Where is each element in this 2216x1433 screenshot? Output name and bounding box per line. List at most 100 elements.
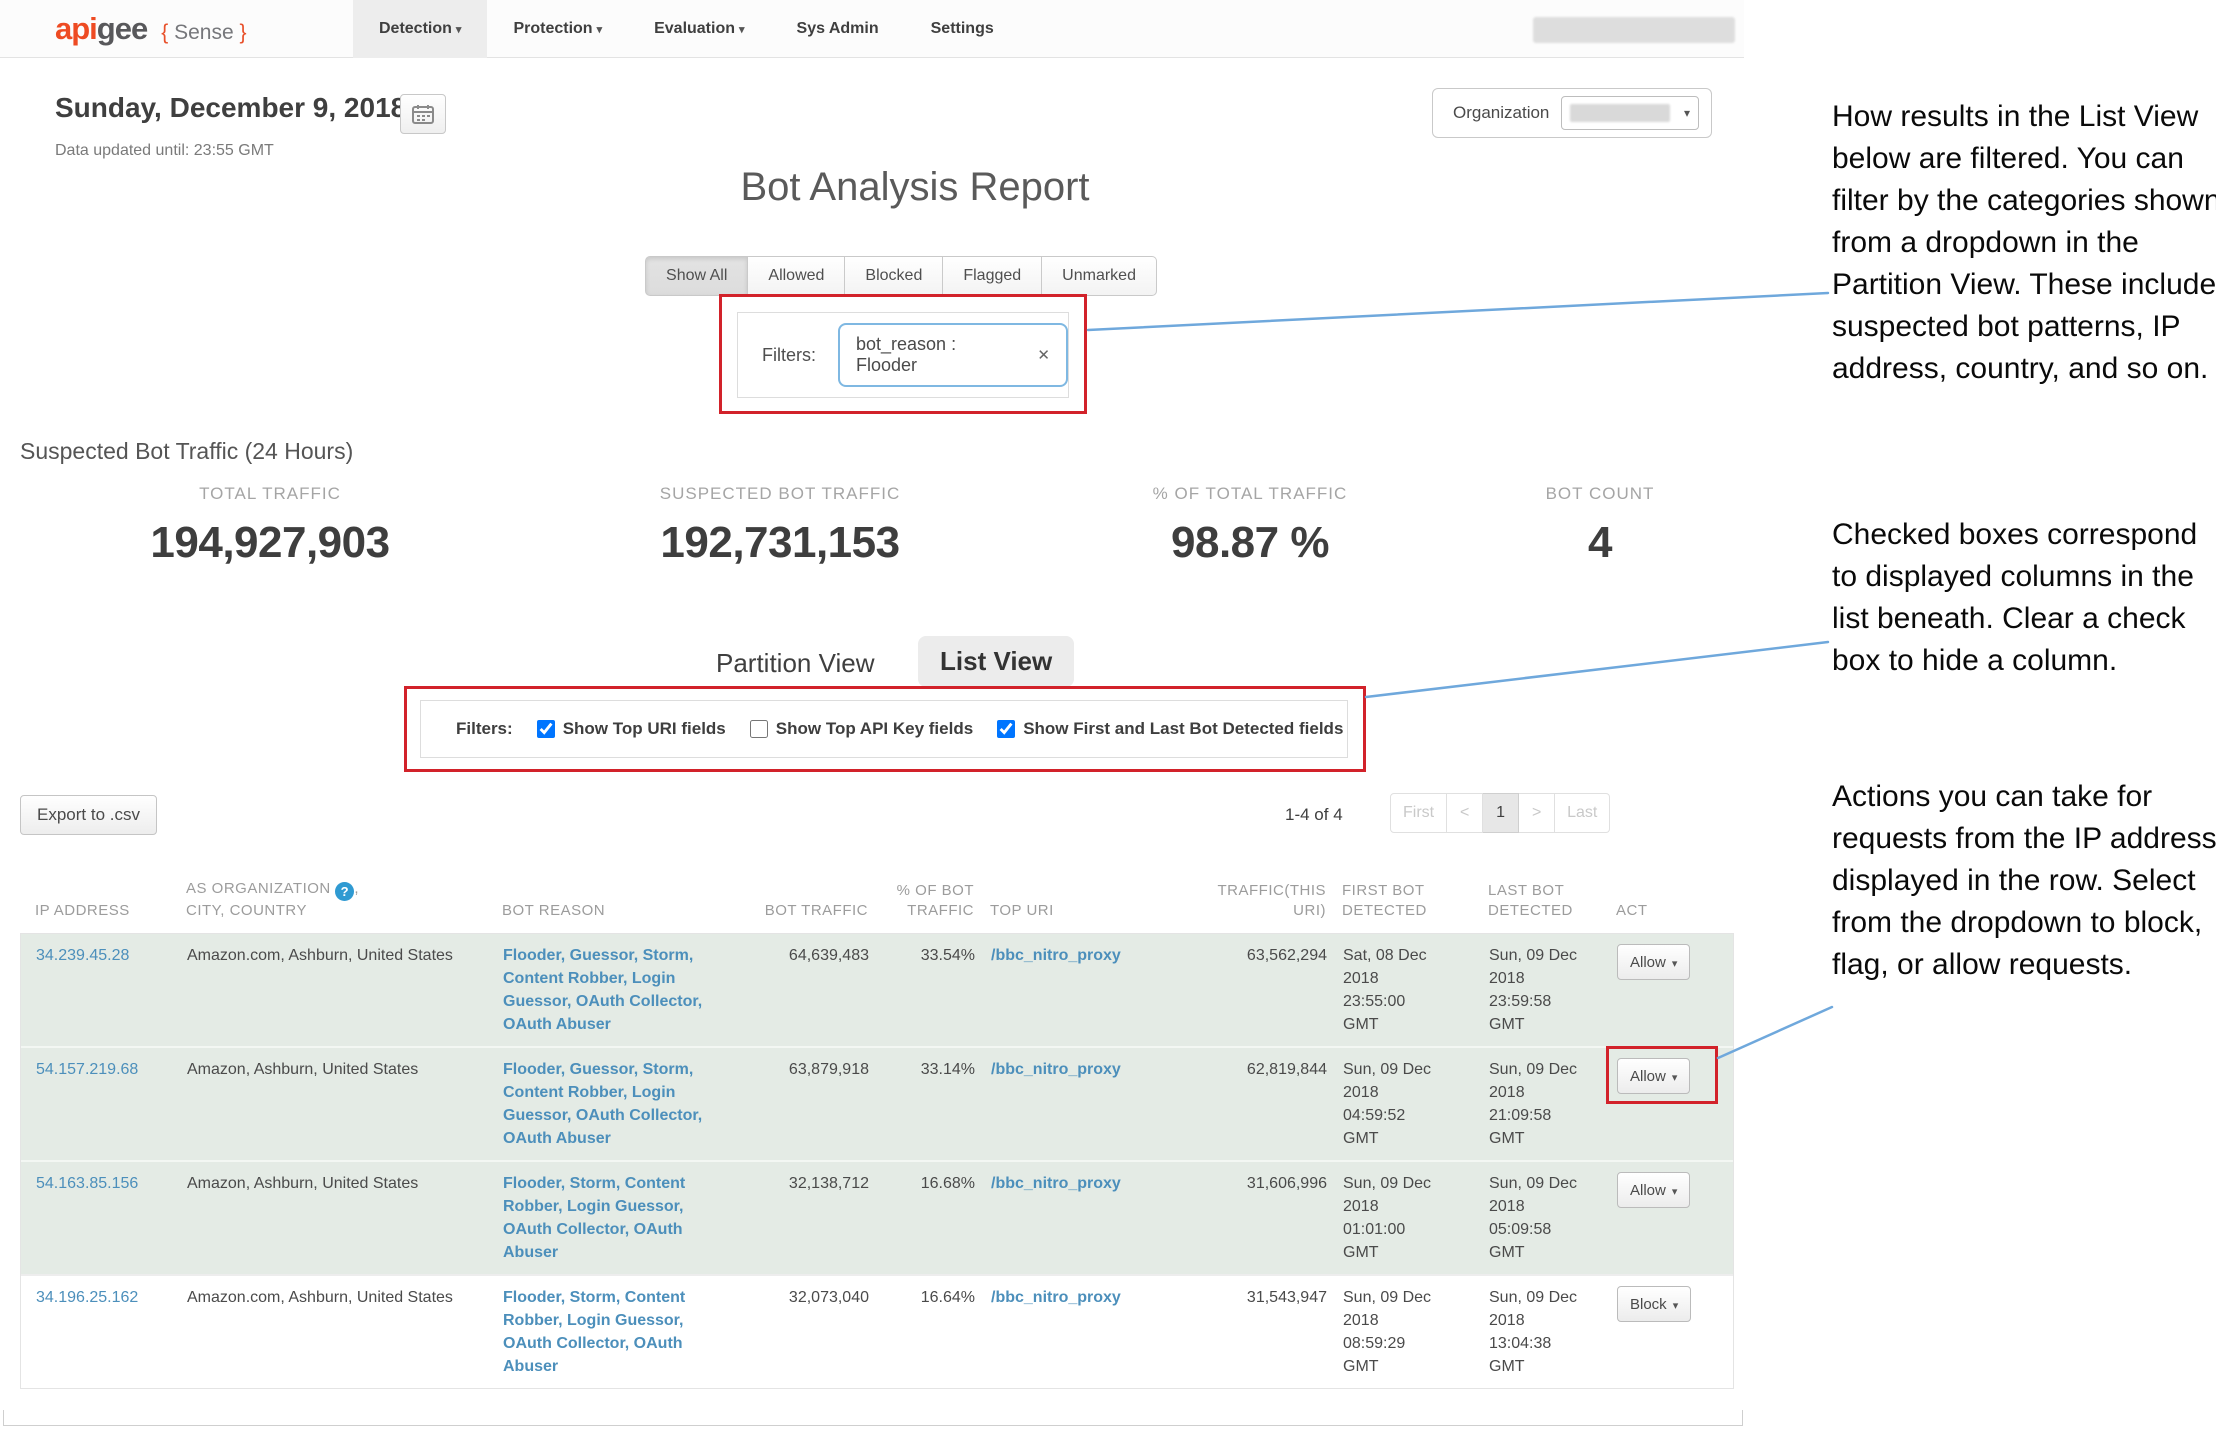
col-header-pct-bot-traffic: % OF BOT TRAFFIC — [884, 881, 974, 922]
ip-address-link[interactable]: 34.239.45.28 — [36, 947, 129, 964]
ip-address-link[interactable]: 54.157.219.68 — [36, 1061, 138, 1078]
bot-reason-links[interactable]: Flooder, Guessor, Storm, Content Robber,… — [503, 1061, 702, 1147]
col-header-ip: IP ADDRESS — [35, 901, 170, 921]
col-header-as-organization: AS ORGANIZATION ?, CITY, COUNTRY — [186, 879, 486, 921]
pagination-range: 1-4 of 4 — [1285, 805, 1343, 825]
chevron-down-icon: ▾ — [739, 24, 745, 36]
stats-section-title: Suspected Bot Traffic (24 Hours) — [20, 438, 353, 465]
action-dropdown[interactable]: Allow▾ — [1617, 1172, 1690, 1208]
top-uri-link[interactable]: /bbc_nitro_proxy — [991, 1175, 1121, 1192]
col-header-first-bot-detected: FIRST BOT DETECTED — [1342, 881, 1472, 922]
bot-traffic-cell: 32,138,712 — [744, 1172, 869, 1264]
col-header-last-bot-detected: LAST BOT DETECTED — [1488, 881, 1600, 922]
top-uri-link[interactable]: /bbc_nitro_proxy — [991, 1289, 1121, 1306]
col-header-traffic-this-uri: TRAFFIC(THIS URI) — [1181, 881, 1326, 922]
last-bot-detected-cell: Sun, 09 Dec 2018 13:04:38 GMT — [1489, 1286, 1601, 1378]
pagination-first-button[interactable]: First — [1390, 793, 1447, 833]
traffic-this-uri-cell: 62,819,844 — [1182, 1058, 1327, 1150]
calendar-button[interactable] — [400, 94, 446, 134]
apigee-sense-logo[interactable]: apigee { Sense } — [55, 11, 246, 47]
help-icon[interactable]: ? — [335, 882, 354, 901]
checkbox-input[interactable] — [997, 720, 1015, 738]
pagination-last-button[interactable]: Last — [1555, 793, 1610, 833]
filter-chip-bot-reason-flooder[interactable]: bot_reason : Flooder ✕ — [838, 323, 1068, 387]
checkbox-show-top-uri[interactable]: Show Top URI fields — [537, 719, 726, 739]
bot-reason-links[interactable]: Flooder, Guessor, Storm, Content Robber,… — [503, 947, 702, 1033]
pct-bot-traffic-cell: 16.68% — [885, 1172, 975, 1264]
last-bot-detected-cell: Sun, 09 Dec 2018 05:09:58 GMT — [1489, 1172, 1601, 1264]
organization-box: Organization ▾ — [1432, 88, 1712, 138]
col-header-act: ACT — [1616, 901, 1716, 921]
as-organization-cell: Amazon.com, Ashburn, United States — [187, 1286, 487, 1378]
annotation-text-filters: How results in the List View below are f… — [1832, 96, 2216, 390]
ip-address-link[interactable]: 54.163.85.156 — [36, 1175, 138, 1192]
tab-partition-view[interactable]: Partition View — [716, 648, 875, 679]
pct-bot-traffic-cell: 16.64% — [885, 1286, 975, 1378]
bot-reason-links[interactable]: Flooder, Storm, Content Robber, Login Gu… — [503, 1289, 685, 1375]
chevron-down-icon: ▾ — [1672, 1186, 1678, 1198]
stat-total-traffic: TOTAL TRAFFIC 194,927,903 — [60, 484, 480, 568]
chevron-down-icon: ▾ — [1673, 1300, 1679, 1312]
pagination-next-button[interactable]: > — [1519, 793, 1555, 833]
top-navbar: apigee { Sense } Detection▾ Protection▾ … — [0, 0, 1744, 58]
nav-item-detection[interactable]: Detection▾ — [353, 0, 487, 58]
bot-traffic-cell: 32,073,040 — [744, 1286, 869, 1378]
top-uri-link[interactable]: /bbc_nitro_proxy — [991, 947, 1121, 964]
ip-address-link[interactable]: 34.196.25.162 — [36, 1289, 138, 1306]
chevron-down-icon: ▾ — [597, 24, 603, 36]
organization-label: Organization — [1453, 103, 1549, 123]
last-bot-detected-cell: Sun, 09 Dec 2018 21:09:58 GMT — [1489, 1058, 1601, 1150]
checkbox-input[interactable] — [537, 720, 555, 738]
traffic-this-uri-cell: 63,562,294 — [1182, 944, 1327, 1036]
tab-show-all[interactable]: Show All — [645, 256, 748, 296]
report-date: Sunday, December 9, 2018 — [55, 92, 406, 124]
nav-item-settings[interactable]: Settings — [905, 0, 1020, 58]
table-row: 54.163.85.156 Amazon, Ashburn, United St… — [21, 1160, 1733, 1274]
checkbox-input[interactable] — [750, 720, 768, 738]
export-csv-button[interactable]: Export to .csv — [20, 795, 157, 835]
redacted-organization-value — [1570, 104, 1670, 122]
pagination-prev-button[interactable]: < — [1447, 793, 1483, 833]
nav-item-protection[interactable]: Protection▾ — [487, 0, 628, 58]
bot-reason-links[interactable]: Flooder, Storm, Content Robber, Login Gu… — [503, 1175, 685, 1261]
pagination-controls: First < 1 > Last — [1390, 793, 1610, 833]
tab-allowed[interactable]: Allowed — [748, 256, 845, 296]
tab-blocked[interactable]: Blocked — [845, 256, 943, 296]
calendar-icon — [412, 104, 434, 124]
redacted-user-account[interactable] — [1533, 17, 1735, 43]
as-organization-cell: Amazon, Ashburn, United States — [187, 1058, 487, 1150]
traffic-this-uri-cell: 31,606,996 — [1182, 1172, 1327, 1264]
nav-item-evaluation[interactable]: Evaluation▾ — [628, 0, 770, 58]
stat-bot-count: BOT COUNT 4 — [1390, 484, 1810, 568]
pct-bot-traffic-cell: 33.14% — [885, 1058, 975, 1150]
action-dropdown[interactable]: Allow▾ — [1617, 944, 1690, 980]
pagination-page-1[interactable]: 1 — [1483, 793, 1519, 833]
nav-item-sys-admin[interactable]: Sys Admin — [771, 0, 905, 58]
chevron-down-icon: ▾ — [1672, 958, 1678, 970]
action-dropdown[interactable]: Allow▾ — [1617, 1058, 1690, 1094]
table-row: 54.157.219.68 Amazon, Ashburn, United St… — [21, 1046, 1733, 1160]
annotation-text-checkboxes: Checked boxes correspond to displayed co… — [1832, 514, 2216, 682]
checkbox-show-first-last-bot[interactable]: Show First and Last Bot Detected fields — [997, 719, 1343, 739]
chevron-down-icon: ▾ — [1684, 106, 1690, 120]
last-bot-detected-cell: Sun, 09 Dec 2018 23:59:58 GMT — [1489, 944, 1601, 1036]
logo-text-api: api — [55, 11, 97, 47]
col-header-bot-reason: BOT REASON — [502, 901, 727, 921]
table-body: 34.239.45.28 Amazon.com, Ashburn, United… — [20, 933, 1734, 1389]
top-uri-link[interactable]: /bbc_nitro_proxy — [991, 1061, 1121, 1078]
tab-unmarked[interactable]: Unmarked — [1042, 256, 1157, 296]
table-header-row: IP ADDRESS AS ORGANIZATION ?, CITY, COUN… — [20, 845, 1734, 933]
traffic-this-uri-cell: 31,543,947 — [1182, 1286, 1327, 1378]
tab-flagged[interactable]: Flagged — [943, 256, 1042, 296]
tab-list-view[interactable]: List View — [918, 636, 1074, 687]
checkbox-show-top-api-key[interactable]: Show Top API Key fields — [750, 719, 973, 739]
first-bot-detected-cell: Sat, 08 Dec 2018 23:55:00 GMT — [1343, 944, 1473, 1036]
remove-filter-icon[interactable]: ✕ — [1037, 346, 1050, 364]
organization-select[interactable]: ▾ — [1561, 96, 1699, 130]
bot-list-table: IP ADDRESS AS ORGANIZATION ?, CITY, COUN… — [20, 845, 1734, 1389]
action-dropdown[interactable]: Block▾ — [1617, 1286, 1691, 1322]
as-organization-cell: Amazon, Ashburn, United States — [187, 1172, 487, 1264]
chevron-down-icon: ▾ — [1672, 1072, 1678, 1084]
page-title: Bot Analysis Report — [740, 165, 1089, 210]
col-header-bot-traffic: BOT TRAFFIC — [743, 901, 868, 921]
